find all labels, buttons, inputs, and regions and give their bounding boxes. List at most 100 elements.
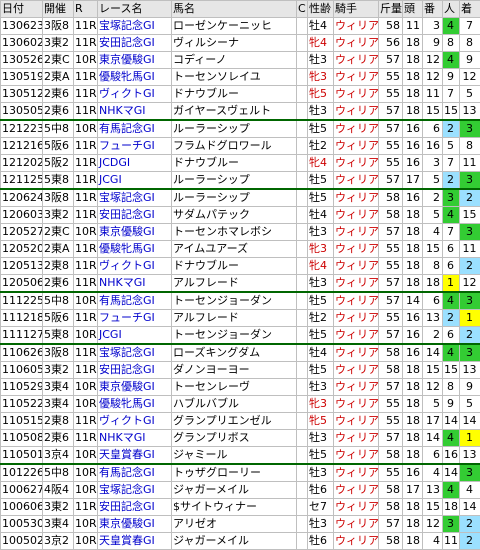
- jockey-cell[interactable]: ウィリア: [334, 35, 379, 52]
- table-row[interactable]: 1105013京410R天皇賞春GIジャミール牡5ウィリア581861613: [1, 447, 480, 465]
- race-name-cell[interactable]: ヴィクトGI: [98, 86, 172, 103]
- race-name-cell[interactable]: 東京優駿GI: [98, 379, 172, 396]
- race-name-cell[interactable]: NHKマGI: [98, 275, 172, 293]
- jockey-cell[interactable]: ウィリア: [334, 430, 379, 447]
- header-field-size[interactable]: 頭: [403, 1, 423, 18]
- jockey-cell[interactable]: ウィリア: [334, 258, 379, 275]
- jockey-cell[interactable]: ウィリア: [334, 224, 379, 241]
- horse-name-cell[interactable]: トーセンジョーダン: [172, 327, 297, 345]
- jockey-cell[interactable]: ウィリア: [334, 86, 379, 103]
- header-popularity[interactable]: 人: [443, 1, 460, 18]
- jockey-cell[interactable]: ウィリア: [334, 18, 379, 35]
- header-horse-name[interactable]: 馬名: [172, 1, 297, 18]
- horse-name-cell[interactable]: アイムユアーズ: [172, 241, 297, 258]
- race-name-cell[interactable]: 東京優駿GI: [98, 516, 172, 533]
- race-name-cell[interactable]: 天皇賞春GI: [98, 533, 172, 550]
- horse-name-cell[interactable]: コディーノ: [172, 52, 297, 69]
- race-name-cell[interactable]: 安田記念GI: [98, 35, 172, 52]
- race-name-cell[interactable]: 宝塚記念GI: [98, 18, 172, 35]
- horse-name-cell[interactable]: ルーラーシップ: [172, 120, 297, 138]
- table-row[interactable]: 1205272東C10R東京優駿GIトーセンホマレボシ牡3ウィリア5718473: [1, 224, 480, 241]
- header-jockey[interactable]: 騎手: [334, 1, 379, 18]
- jockey-cell[interactable]: ウィリア: [334, 533, 379, 550]
- table-row[interactable]: 1111275東810RJCGIトーセンジョーダン牡5ウィリア5716262: [1, 327, 480, 345]
- race-name-cell[interactable]: 有馬記念GI: [98, 120, 172, 138]
- table-row[interactable]: 1206033東211R安田記念GIサダムパテック牡4ウィリア58185415: [1, 207, 480, 224]
- horse-name-cell[interactable]: ダノンヨーヨー: [172, 362, 297, 379]
- race-name-cell[interactable]: 優駿牝馬GI: [98, 69, 172, 86]
- table-row[interactable]: 1212235中810R有馬記念GIルーラーシップ牡5ウィリア5716623: [1, 120, 480, 138]
- table-row[interactable]: 1112185阪611RフューチGIアルフレード牡2ウィリア55161321: [1, 310, 480, 327]
- header-date[interactable]: 日付: [1, 1, 43, 18]
- header-post-number[interactable]: 番: [423, 1, 443, 18]
- horse-name-cell[interactable]: トゥザグローリー: [172, 464, 297, 482]
- race-name-cell[interactable]: 宝塚記念GI: [98, 344, 172, 362]
- table-row[interactable]: 1106263阪811R宝塚記念GIローズキングダム牡4ウィリア58161443: [1, 344, 480, 362]
- horse-name-cell[interactable]: グランプリボス: [172, 430, 297, 447]
- header-race-name[interactable]: レース名: [98, 1, 172, 18]
- horse-name-cell[interactable]: フラムドグロワール: [172, 138, 297, 155]
- race-name-cell[interactable]: 有馬記念GI: [98, 464, 172, 482]
- race-name-cell[interactable]: NHKマGI: [98, 103, 172, 121]
- race-name-cell[interactable]: 優駿牝馬GI: [98, 396, 172, 413]
- race-name-cell[interactable]: NHKマGI: [98, 430, 172, 447]
- horse-name-cell[interactable]: ローゼンケーニッヒ: [172, 18, 297, 35]
- race-name-cell[interactable]: 東京優駿GI: [98, 224, 172, 241]
- table-row[interactable]: 1212025阪211RJCDGIドナウブルー牝4ウィリア55163711: [1, 155, 480, 172]
- jockey-cell[interactable]: ウィリア: [334, 189, 379, 207]
- jockey-cell[interactable]: ウィリア: [334, 413, 379, 430]
- jockey-cell[interactable]: ウィリア: [334, 52, 379, 69]
- table-row[interactable]: 1005303東410R東京優駿GIアリゼオ牡3ウィリア57181232: [1, 516, 480, 533]
- horse-name-cell[interactable]: ジャガーメイル: [172, 482, 297, 499]
- race-name-cell[interactable]: 東京優駿GI: [98, 52, 172, 69]
- table-row[interactable]: 1106053東211R安田記念GIダノンヨーヨー牡5ウィリア581815151…: [1, 362, 480, 379]
- jockey-cell[interactable]: ウィリア: [334, 310, 379, 327]
- jockey-cell[interactable]: ウィリア: [334, 69, 379, 86]
- race-name-cell[interactable]: 安田記念GI: [98, 207, 172, 224]
- race-name-cell[interactable]: ヴィクトGI: [98, 413, 172, 430]
- horse-name-cell[interactable]: ガイヤースヴェルト: [172, 103, 297, 121]
- table-row[interactable]: 1306023東211R安田記念GIヴィルシーナ牝4ウィリア5618988: [1, 35, 480, 52]
- race-name-cell[interactable]: 安田記念GI: [98, 499, 172, 516]
- table-row[interactable]: 1006063東211R安田記念GI$サイトウィナーセ7ウィリア58181518…: [1, 499, 480, 516]
- header-meeting[interactable]: 開催: [43, 1, 74, 18]
- jockey-cell[interactable]: ウィリア: [334, 275, 379, 293]
- jockey-cell[interactable]: ウィリア: [334, 447, 379, 465]
- jockey-cell[interactable]: ウィリア: [334, 344, 379, 362]
- table-row[interactable]: 1211255東811RJCGIルーラーシップ牡5ウィリア5717523: [1, 172, 480, 190]
- table-row[interactable]: 1112255中810R有馬記念GIトーセンジョーダン牡5ウィリア5714643: [1, 292, 480, 310]
- horse-name-cell[interactable]: ジャミール: [172, 447, 297, 465]
- jockey-cell[interactable]: ウィリア: [334, 241, 379, 258]
- jockey-cell[interactable]: ウィリア: [334, 292, 379, 310]
- jockey-cell[interactable]: ウィリア: [334, 138, 379, 155]
- race-name-cell[interactable]: JCDGI: [98, 155, 172, 172]
- table-row[interactable]: 1006274阪410R宝塚記念GIジャガーメイル牡6ウィリア58171344: [1, 482, 480, 499]
- race-name-cell[interactable]: ヴィクトGI: [98, 258, 172, 275]
- race-name-cell[interactable]: 優駿牝馬GI: [98, 241, 172, 258]
- race-name-cell[interactable]: JCGI: [98, 327, 172, 345]
- horse-name-cell[interactable]: ドナウブルー: [172, 258, 297, 275]
- horse-name-cell[interactable]: ヴィルシーナ: [172, 35, 297, 52]
- race-name-cell[interactable]: 天皇賞春GI: [98, 447, 172, 465]
- table-row[interactable]: 1105082東611RNHKマGIグランプリボス牡3ウィリア57181441: [1, 430, 480, 447]
- header-c[interactable]: C: [297, 1, 308, 18]
- jockey-cell[interactable]: ウィリア: [334, 362, 379, 379]
- jockey-cell[interactable]: ウィリア: [334, 155, 379, 172]
- horse-name-cell[interactable]: トーセンジョーダン: [172, 292, 297, 310]
- horse-name-cell[interactable]: アリゼオ: [172, 516, 297, 533]
- race-name-cell[interactable]: JCGI: [98, 172, 172, 190]
- horse-name-cell[interactable]: トーセンレーヴ: [172, 379, 297, 396]
- table-row[interactable]: 1012265中810R有馬記念GIトゥザグローリー牡3ウィリア55164143: [1, 464, 480, 482]
- table-row[interactable]: 1206243阪811R宝塚記念GIルーラーシップ牡5ウィリア5816232: [1, 189, 480, 207]
- jockey-cell[interactable]: ウィリア: [334, 379, 379, 396]
- table-row[interactable]: 1212165阪611RフューチGIフラムドグロワール牡2ウィリア5516165…: [1, 138, 480, 155]
- race-name-cell[interactable]: フューチGI: [98, 310, 172, 327]
- table-row[interactable]: 1005023京210R天皇賞春GIジャガーメイル牡6ウィリア58184112: [1, 533, 480, 550]
- jockey-cell[interactable]: ウィリア: [334, 396, 379, 413]
- horse-name-cell[interactable]: ルーラーシップ: [172, 189, 297, 207]
- horse-name-cell[interactable]: ドナウブルー: [172, 155, 297, 172]
- horse-name-cell[interactable]: サダムパテック: [172, 207, 297, 224]
- table-row[interactable]: 1305262東C10R東京優駿GIコディーノ牡3ウィリア57181249: [1, 52, 480, 69]
- jockey-cell[interactable]: ウィリア: [334, 482, 379, 499]
- table-row[interactable]: 1306233阪811R宝塚記念GIローゼンケーニッヒ牡4ウィリア5811347: [1, 18, 480, 35]
